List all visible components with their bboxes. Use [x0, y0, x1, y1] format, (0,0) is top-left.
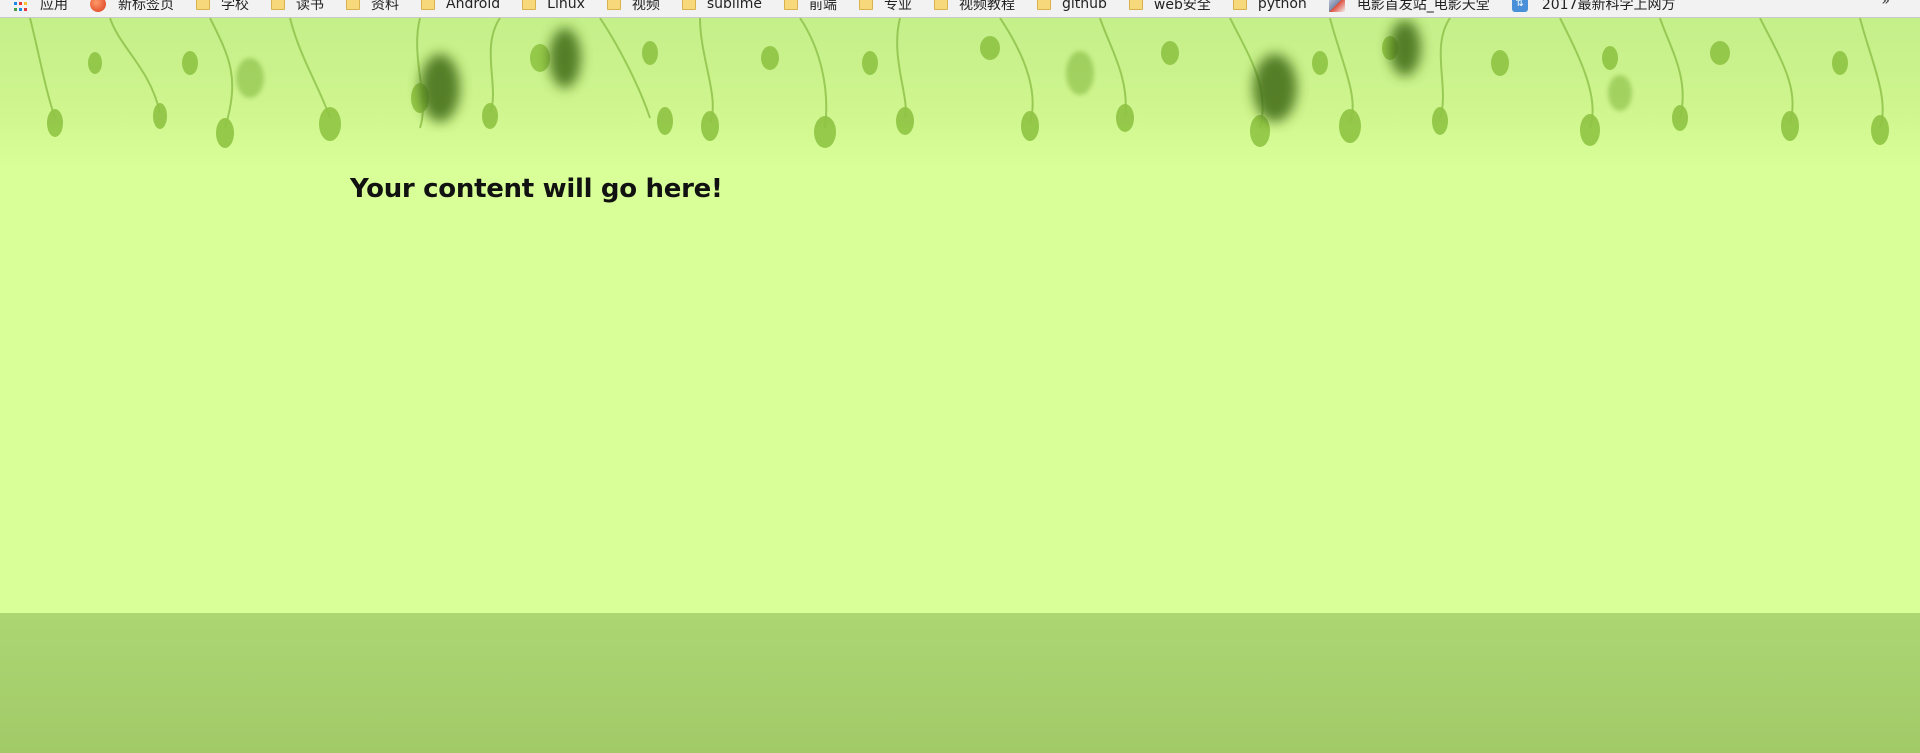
- bookmark-label: 电影首发站_电影天堂: [1356, 0, 1490, 13]
- bookmark-folder-sublime[interactable]: sublime: [681, 0, 762, 14]
- bookmark-label: 新标签页: [118, 0, 174, 13]
- folder-icon: [421, 0, 435, 10]
- folder-icon: [522, 0, 537, 10]
- bookmarks-overflow-button[interactable]: »: [1881, 0, 1890, 9]
- bookmark-list: 应用 新标签页 学校 读书 资料 Android Linux 视频 sublim…: [14, 0, 1697, 14]
- bookmark-label: github: [1061, 0, 1107, 12]
- bookmark-folder-python[interactable]: python: [1232, 0, 1307, 14]
- folder-icon: [858, 0, 873, 10]
- bookmark-label: 学校: [221, 0, 249, 13]
- bookmark-label: 视频教程: [958, 0, 1015, 13]
- bookmark-folder-materials[interactable]: 资料: [346, 0, 399, 14]
- bookmark-folder-video[interactable]: 视频: [606, 0, 660, 14]
- bookmark-label: 前端: [808, 0, 837, 13]
- bookmarks-bar: 应用 新标签页 学校 读书 资料 Android Linux 视频 sublim…: [0, 0, 1920, 18]
- bookmark-folder-school[interactable]: 学校: [196, 0, 249, 14]
- folder-icon: [196, 0, 210, 10]
- folder-icon: [271, 0, 285, 10]
- page-heading: Your content will go here!: [350, 174, 723, 204]
- new-tab-icon: [90, 0, 106, 12]
- bookmark-label: sublime: [706, 0, 762, 12]
- bookmark-label: 视频: [631, 0, 660, 13]
- bookmark-label: 资料: [371, 0, 399, 13]
- page-icon: ⇅: [1511, 0, 1528, 12]
- bookmark-folder-frontend[interactable]: 前端: [783, 0, 837, 14]
- folder-icon: [1036, 0, 1051, 10]
- apps-icon: [14, 0, 28, 11]
- bookmark-label: 2017最新科学上网方: [1541, 0, 1676, 13]
- bookmark-movie-site[interactable]: 电影首发站_电影天堂: [1328, 0, 1490, 14]
- folder-icon: [1232, 0, 1247, 10]
- bookmark-folder-android[interactable]: Android: [421, 0, 500, 14]
- bookmark-folder-reading[interactable]: 读书: [271, 0, 324, 14]
- folder-icon: [681, 0, 696, 10]
- bookmark-new-tab[interactable]: 新标签页: [90, 0, 174, 14]
- vine-illustration: [29, 18, 1889, 148]
- folder-icon: [783, 0, 798, 10]
- page-icon: [1328, 0, 1345, 12]
- bookmark-folder-major[interactable]: 专业: [858, 0, 912, 14]
- bookmark-label: 专业: [883, 0, 912, 13]
- bookmark-label: Android: [446, 0, 501, 12]
- bookmark-folder-web-security[interactable]: web安全: [1128, 0, 1211, 14]
- bookmark-apps[interactable]: 应用: [14, 0, 68, 14]
- bookmark-label: 读书: [296, 0, 324, 13]
- bookmark-label: web安全: [1153, 0, 1211, 13]
- vine-header-decoration: [0, 18, 1920, 168]
- bookmark-label: python: [1257, 0, 1307, 12]
- folder-icon: [606, 0, 621, 10]
- bookmark-label: Linux: [547, 0, 585, 12]
- footer-band: [0, 613, 1920, 753]
- folder-icon: [1128, 0, 1143, 10]
- bookmark-folder-linux[interactable]: Linux: [522, 0, 585, 14]
- bookmark-folder-video-tutorials[interactable]: 视频教程: [933, 0, 1015, 14]
- folder-icon: [346, 0, 360, 10]
- bookmark-label: 应用: [40, 0, 68, 13]
- bookmark-proxy-guide[interactable]: ⇅ 2017最新科学上网方: [1511, 0, 1676, 14]
- bookmark-folder-github[interactable]: github: [1036, 0, 1107, 14]
- folder-icon: [933, 0, 948, 10]
